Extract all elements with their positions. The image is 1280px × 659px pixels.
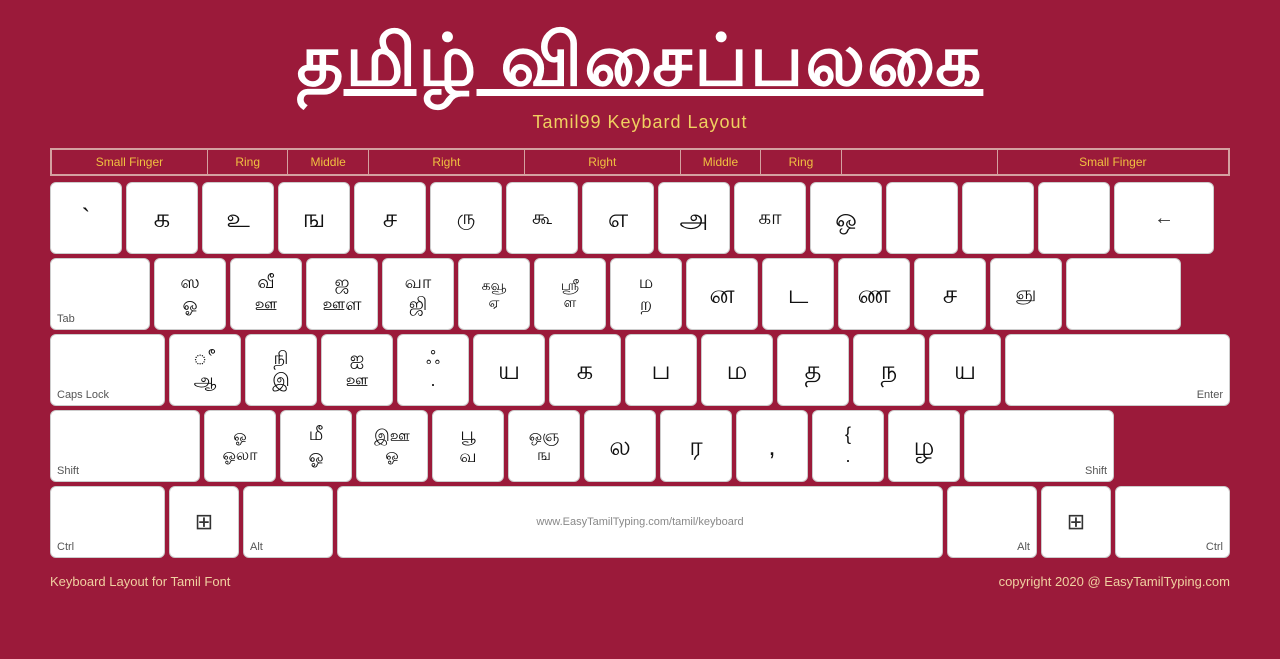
key-kvoo[interactable]: கவூ ஏ	[458, 258, 530, 330]
key-kaa[interactable]: கா	[734, 182, 806, 254]
key-nna[interactable]: ண	[838, 258, 910, 330]
key-sa[interactable]: ச	[914, 258, 986, 330]
key-cha[interactable]: ச	[354, 182, 426, 254]
key-tha[interactable]: த	[777, 334, 849, 406]
fl-right-r: Right	[525, 150, 681, 174]
key-vee[interactable]: வீ ஊ	[230, 258, 302, 330]
row-number: ` க உ ங ச ரு கூ எ அ கா ஒ ←	[50, 182, 1230, 254]
footer-left: Keyboard Layout for Tamil Font	[50, 574, 230, 589]
key-comma[interactable]: ,	[736, 410, 808, 482]
key-win-left[interactable]: ⊞	[169, 486, 239, 558]
row-bottom: Ctrl ⊞ Alt www.EasyTamilTyping.com/tamil…	[50, 486, 1230, 558]
key-enter[interactable]	[1066, 258, 1181, 330]
keyboard-container: Small Finger Ring Middle Right Right Mid…	[50, 148, 1230, 562]
row-shift: Shift ஓ ஓலா மீ ஓ இஊ ஓ பூ வ ஒஞ ங ல ர , { …	[50, 410, 1230, 482]
key-la[interactable]: ல	[584, 410, 656, 482]
key-ai-u[interactable]: ஐ ஊ	[321, 334, 393, 406]
fl-middle-l: Middle	[288, 150, 368, 174]
key-empty3[interactable]	[1038, 182, 1110, 254]
fl-small-finger-r: Small Finger	[998, 150, 1228, 174]
footer: Keyboard Layout for Tamil Font copyright…	[50, 574, 1230, 589]
key-period[interactable]: { .	[812, 410, 884, 482]
key-koo[interactable]: கூ	[506, 182, 578, 254]
key-vaa[interactable]: வா ஜி	[382, 258, 454, 330]
key-o[interactable]: ஒ	[810, 182, 882, 254]
key-alt-left[interactable]: Alt	[243, 486, 333, 558]
fl-ring-l: Ring	[208, 150, 288, 174]
key-ra[interactable]: ர	[660, 410, 732, 482]
key-enter-wide[interactable]: Enter	[1005, 334, 1230, 406]
key-poo-va[interactable]: பூ வ	[432, 410, 504, 482]
key-shift-right[interactable]: Shift	[964, 410, 1114, 482]
key-k[interactable]: க	[126, 182, 198, 254]
key-iu-oo[interactable]: இஊ ஓ	[356, 410, 428, 482]
key-ru[interactable]: ரு	[430, 182, 502, 254]
key-ye[interactable]: ய	[473, 334, 545, 406]
fl-small-finger-l: Small Finger	[52, 150, 208, 174]
key-ii-a[interactable]: ீ ஆ	[169, 334, 241, 406]
page-subtitle: Tamil99 Keybard Layout	[532, 112, 747, 133]
key-so[interactable]: ஸ ஓ	[154, 258, 226, 330]
key-na[interactable]: ன	[686, 258, 758, 330]
key-tab[interactable]: Tab	[50, 258, 150, 330]
key-backtick[interactable]: `	[50, 182, 122, 254]
key-mra[interactable]: ம ற	[610, 258, 682, 330]
key-e[interactable]: எ	[582, 182, 654, 254]
page-title-tamil: தமிழ் விசைப்பலகை	[297, 20, 984, 112]
key-ctrl-right[interactable]: Ctrl	[1115, 486, 1230, 558]
finger-labels-row: Small Finger Ring Middle Right Right Mid…	[50, 148, 1230, 176]
footer-right: copyright 2020 @ EasyTamilTyping.com	[999, 574, 1230, 589]
key-ya[interactable]: ய	[929, 334, 1001, 406]
key-sree[interactable]: ஸ்ரீ ள	[534, 258, 606, 330]
key-ka[interactable]: க	[549, 334, 621, 406]
key-backspace[interactable]: ←	[1114, 182, 1214, 254]
key-shift-left[interactable]: Shift	[50, 410, 200, 482]
key-akh-dot[interactable]: ஃ .	[397, 334, 469, 406]
key-caps-lock[interactable]: Caps Lock	[50, 334, 165, 406]
row-qwerty: Tab ஸ ஓ வீ ஊ ஜ ஊள வா ஜி கவூ ஏ ஸ்ரீ ள ம ற…	[50, 258, 1230, 330]
key-win-right[interactable]: ⊞	[1041, 486, 1111, 558]
fl-middle-r: Middle	[681, 150, 761, 174]
fl-ring-r: Ring	[761, 150, 841, 174]
key-da[interactable]: ட	[762, 258, 834, 330]
key-ctrl-left[interactable]: Ctrl	[50, 486, 165, 558]
key-alt-right[interactable]: Alt	[947, 486, 1037, 558]
key-empty1[interactable]	[886, 182, 958, 254]
key-enn-ng[interactable]: ஒஞ ங	[508, 410, 580, 482]
key-gru[interactable]: ஞு	[990, 258, 1062, 330]
row-home: Caps Lock ீ ஆ நி இ ஐ ஊ ஃ . ய க ப ம த ந ய…	[50, 334, 1230, 406]
key-pa[interactable]: ப	[625, 334, 697, 406]
key-empty2[interactable]	[962, 182, 1034, 254]
key-u[interactable]: உ	[202, 182, 274, 254]
key-nha[interactable]: ந	[853, 334, 925, 406]
key-zha[interactable]: ழ	[888, 410, 960, 482]
key-nga[interactable]: ங	[278, 182, 350, 254]
key-a[interactable]: அ	[658, 182, 730, 254]
key-oo-ola[interactable]: ஓ ஓலா	[204, 410, 276, 482]
key-mee-oo[interactable]: மீ ஓ	[280, 410, 352, 482]
key-ja[interactable]: ஜ ஊள	[306, 258, 378, 330]
key-space[interactable]: www.EasyTamilTyping.com/tamil/keyboard	[337, 486, 943, 558]
fl-empty	[842, 150, 998, 174]
key-ma[interactable]: ம	[701, 334, 773, 406]
space-label: www.EasyTamilTyping.com/tamil/keyboard	[536, 516, 743, 528]
fl-right-l: Right	[369, 150, 525, 174]
key-ni-i[interactable]: நி இ	[245, 334, 317, 406]
